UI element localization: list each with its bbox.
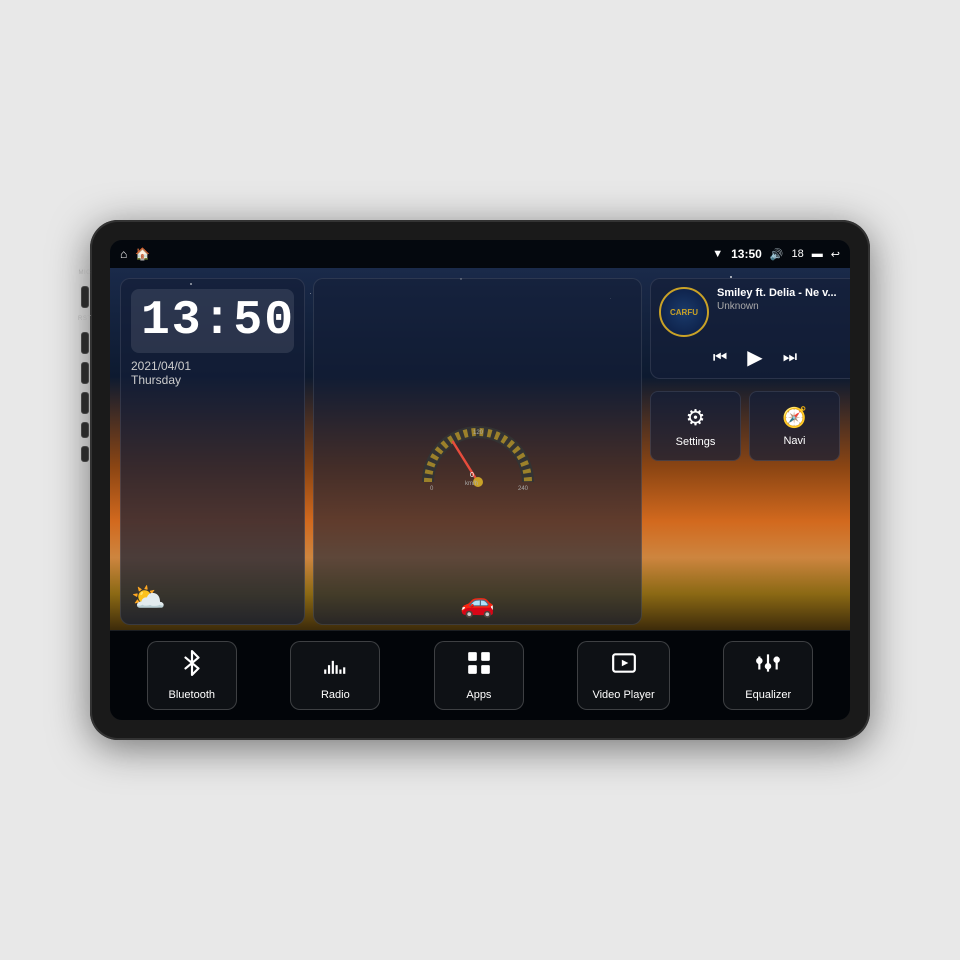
apps-label: Apps [466, 689, 491, 701]
svg-text:km/h: km/h [465, 481, 478, 487]
bottom-navigation: Bluetooth Radio [110, 630, 850, 720]
settings-navi-row: ⚙ Settings 🧭 Navi [650, 391, 840, 461]
video-icon [611, 650, 637, 683]
speedometer-svg: 0 120 240 0 km/h [418, 412, 538, 492]
apps-nav-item[interactable]: Apps [434, 641, 524, 710]
clock-date: 2021/04/01 Thursday [131, 359, 294, 387]
play-button[interactable]: ▶ [747, 345, 762, 370]
weather-icon: ⛅ [131, 581, 294, 614]
vol-up-button[interactable] [81, 422, 89, 438]
navi-icon: 🧭 [782, 405, 807, 430]
bluetooth-icon [179, 650, 205, 683]
bluetooth-label: Bluetooth [169, 689, 215, 701]
music-controls: ⏮ ▶ ⏭ [659, 345, 850, 370]
main-content-area: 13:50 2021/04/01 Thursday ⛅ [110, 268, 850, 630]
navi-button[interactable]: 🧭 Navi [749, 391, 840, 461]
wifi-icon: ▼ [712, 248, 723, 260]
back-icon[interactable]: ↩ [831, 248, 840, 261]
equalizer-label: Equalizer [745, 689, 791, 701]
prev-button[interactable]: ⏮ [713, 349, 727, 367]
music-title: Smiley ft. Delia - Ne v... [717, 287, 850, 299]
settings-button[interactable]: ⚙ Settings [650, 391, 741, 461]
main-screen: ⌂ 🏠 ▼ 13:50 🔊 18 ▬ ↩ [110, 240, 850, 720]
volume-icon: 🔊 [770, 248, 784, 261]
car-icon: 🚗 [460, 586, 495, 619]
svg-text:0: 0 [470, 472, 474, 479]
svg-text:240: 240 [518, 486, 529, 492]
back-side-button[interactable] [81, 392, 89, 414]
radio-icon [322, 650, 348, 683]
settings-label: Settings [676, 436, 716, 448]
video-nav-item[interactable]: Video Player [577, 641, 669, 710]
next-button[interactable]: ⏭ [783, 349, 797, 367]
music-top-area: CARFU Smiley ft. Delia - Ne v... Unknown [659, 287, 850, 337]
status-left-icons: ⌂ 🏠 [120, 247, 150, 261]
home-side-button[interactable] [81, 362, 89, 384]
equalizer-nav-item[interactable]: Equalizer [723, 641, 813, 710]
house-filled-icon[interactable]: 🏠 [135, 247, 150, 261]
rst-label: RST [78, 316, 92, 322]
music-info: Smiley ft. Delia - Ne v... Unknown [717, 287, 850, 312]
equalizer-icon [755, 650, 781, 683]
settings-icon: ⚙ [686, 405, 706, 431]
status-time: 13:50 [731, 247, 762, 261]
clock-display: 13:50 [131, 289, 294, 353]
vol-down-button[interactable] [81, 446, 89, 462]
side-buttons-panel: MIC RST [78, 270, 92, 462]
road-view: 🚗 [314, 554, 641, 624]
music-artist: Unknown [717, 301, 850, 312]
bluetooth-nav-item[interactable]: Bluetooth [147, 641, 237, 710]
speedometer-widget: 0 120 240 0 km/h 🚗 [313, 278, 642, 625]
right-column: CARFU Smiley ft. Delia - Ne v... Unknown… [650, 278, 840, 625]
volume-level: 18 [792, 248, 804, 260]
radio-label: Radio [321, 689, 350, 701]
navi-label: Navi [783, 435, 805, 447]
speedometer-display: 0 120 240 0 km/h [418, 412, 538, 492]
video-label: Video Player [592, 689, 654, 701]
svg-text:0: 0 [430, 486, 434, 492]
home-icon[interactable]: ⌂ [120, 247, 127, 261]
power-button[interactable] [81, 332, 89, 354]
svg-text:120: 120 [473, 430, 484, 436]
mic-label: MIC [79, 270, 92, 276]
apps-icon [466, 650, 492, 683]
battery-icon: ▬ [812, 248, 823, 260]
radio-nav-item[interactable]: Radio [290, 641, 380, 710]
music-widget: CARFU Smiley ft. Delia - Ne v... Unknown… [650, 278, 850, 379]
status-right-info: ▼ 13:50 🔊 18 ▬ ↩ [712, 247, 840, 261]
status-bar: ⌂ 🏠 ▼ 13:50 🔊 18 ▬ ↩ [110, 240, 850, 268]
car-head-unit: MIC RST ⌂ 🏠 ▼ 13:50 🔊 18 ▬ ↩ [90, 220, 870, 740]
widgets-row: 13:50 2021/04/01 Thursday ⛅ [110, 268, 850, 630]
side-button-1[interactable] [81, 286, 89, 308]
music-logo: CARFU [659, 287, 709, 337]
clock-widget: 13:50 2021/04/01 Thursday ⛅ [120, 278, 305, 625]
